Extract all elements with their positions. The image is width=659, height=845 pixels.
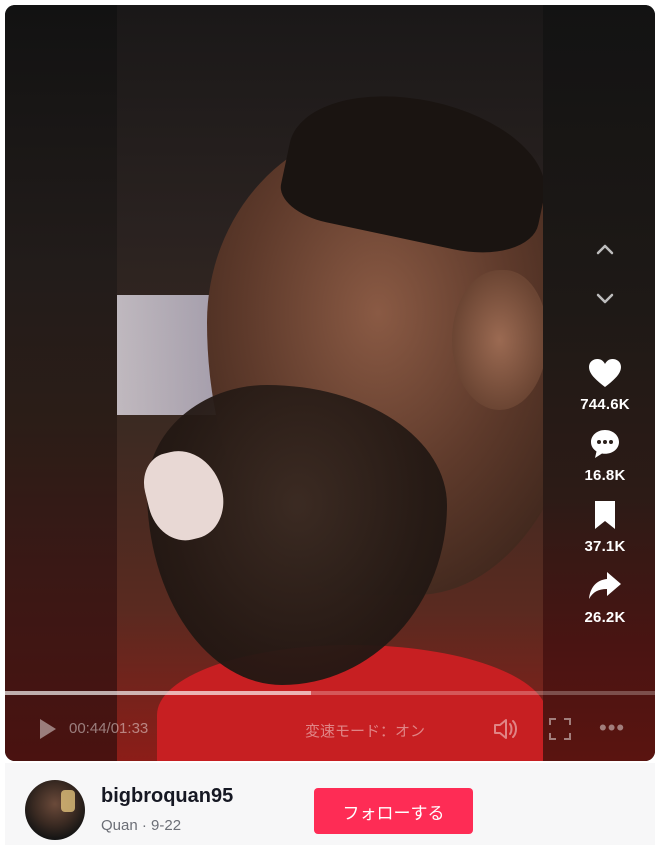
volume-icon[interactable] [491, 715, 519, 743]
avatar-detail [61, 790, 75, 812]
meta-dot: · [141, 817, 147, 834]
comment-icon[interactable] [588, 427, 622, 461]
side-controls: 744.6K 16.8K 37.1K 26.2K [565, 230, 645, 626]
like-action[interactable]: 744.6K [565, 356, 645, 413]
heart-icon[interactable] [588, 356, 622, 390]
post-date: 9-22 [151, 817, 182, 834]
duration: 01:33 [110, 720, 149, 737]
chevron-up-icon[interactable] [585, 230, 625, 270]
play-icon[interactable] [35, 717, 59, 741]
fullscreen-icon[interactable] [548, 717, 572, 741]
share-icon[interactable] [588, 569, 622, 603]
follow-button[interactable]: フォローする [314, 788, 473, 834]
time-display: 00:44/01:33 [69, 720, 148, 737]
author-username[interactable]: bigbroquan95 [101, 785, 233, 808]
speed-mode-toggle[interactable]: 変速モード：オン [305, 720, 425, 741]
video-blur-left [5, 5, 117, 761]
author-bar: bigbroquan95 Quan · 9-22 フォローする [5, 763, 655, 845]
video-ear [452, 270, 543, 410]
video-frame[interactable] [117, 5, 543, 761]
share-count: 26.2K [584, 609, 626, 626]
comment-action[interactable]: 16.8K [565, 427, 645, 484]
chevron-down-icon[interactable] [585, 278, 625, 318]
avatar[interactable] [25, 780, 85, 840]
comment-count: 16.8K [584, 467, 626, 484]
bookmark-icon[interactable] [588, 498, 622, 532]
save-count: 37.1K [584, 538, 626, 555]
author-nickname: Quan [101, 817, 138, 834]
progress-fill [5, 691, 311, 695]
video-background-light [117, 295, 217, 415]
video-player[interactable]: 744.6K 16.8K 37.1K 26.2K 00:44/01:33 変速モ… [5, 5, 655, 761]
author-meta: Quan · 9-22 [101, 817, 181, 834]
more-icon[interactable]: ••• [599, 715, 625, 741]
current-time: 00:44 [69, 720, 107, 737]
like-count: 744.6K [580, 396, 630, 413]
progress-bar[interactable] [5, 691, 655, 695]
save-action[interactable]: 37.1K [565, 498, 645, 555]
player-controls: 00:44/01:33 変速モード：オン ••• [5, 709, 655, 749]
share-action[interactable]: 26.2K [565, 569, 645, 626]
